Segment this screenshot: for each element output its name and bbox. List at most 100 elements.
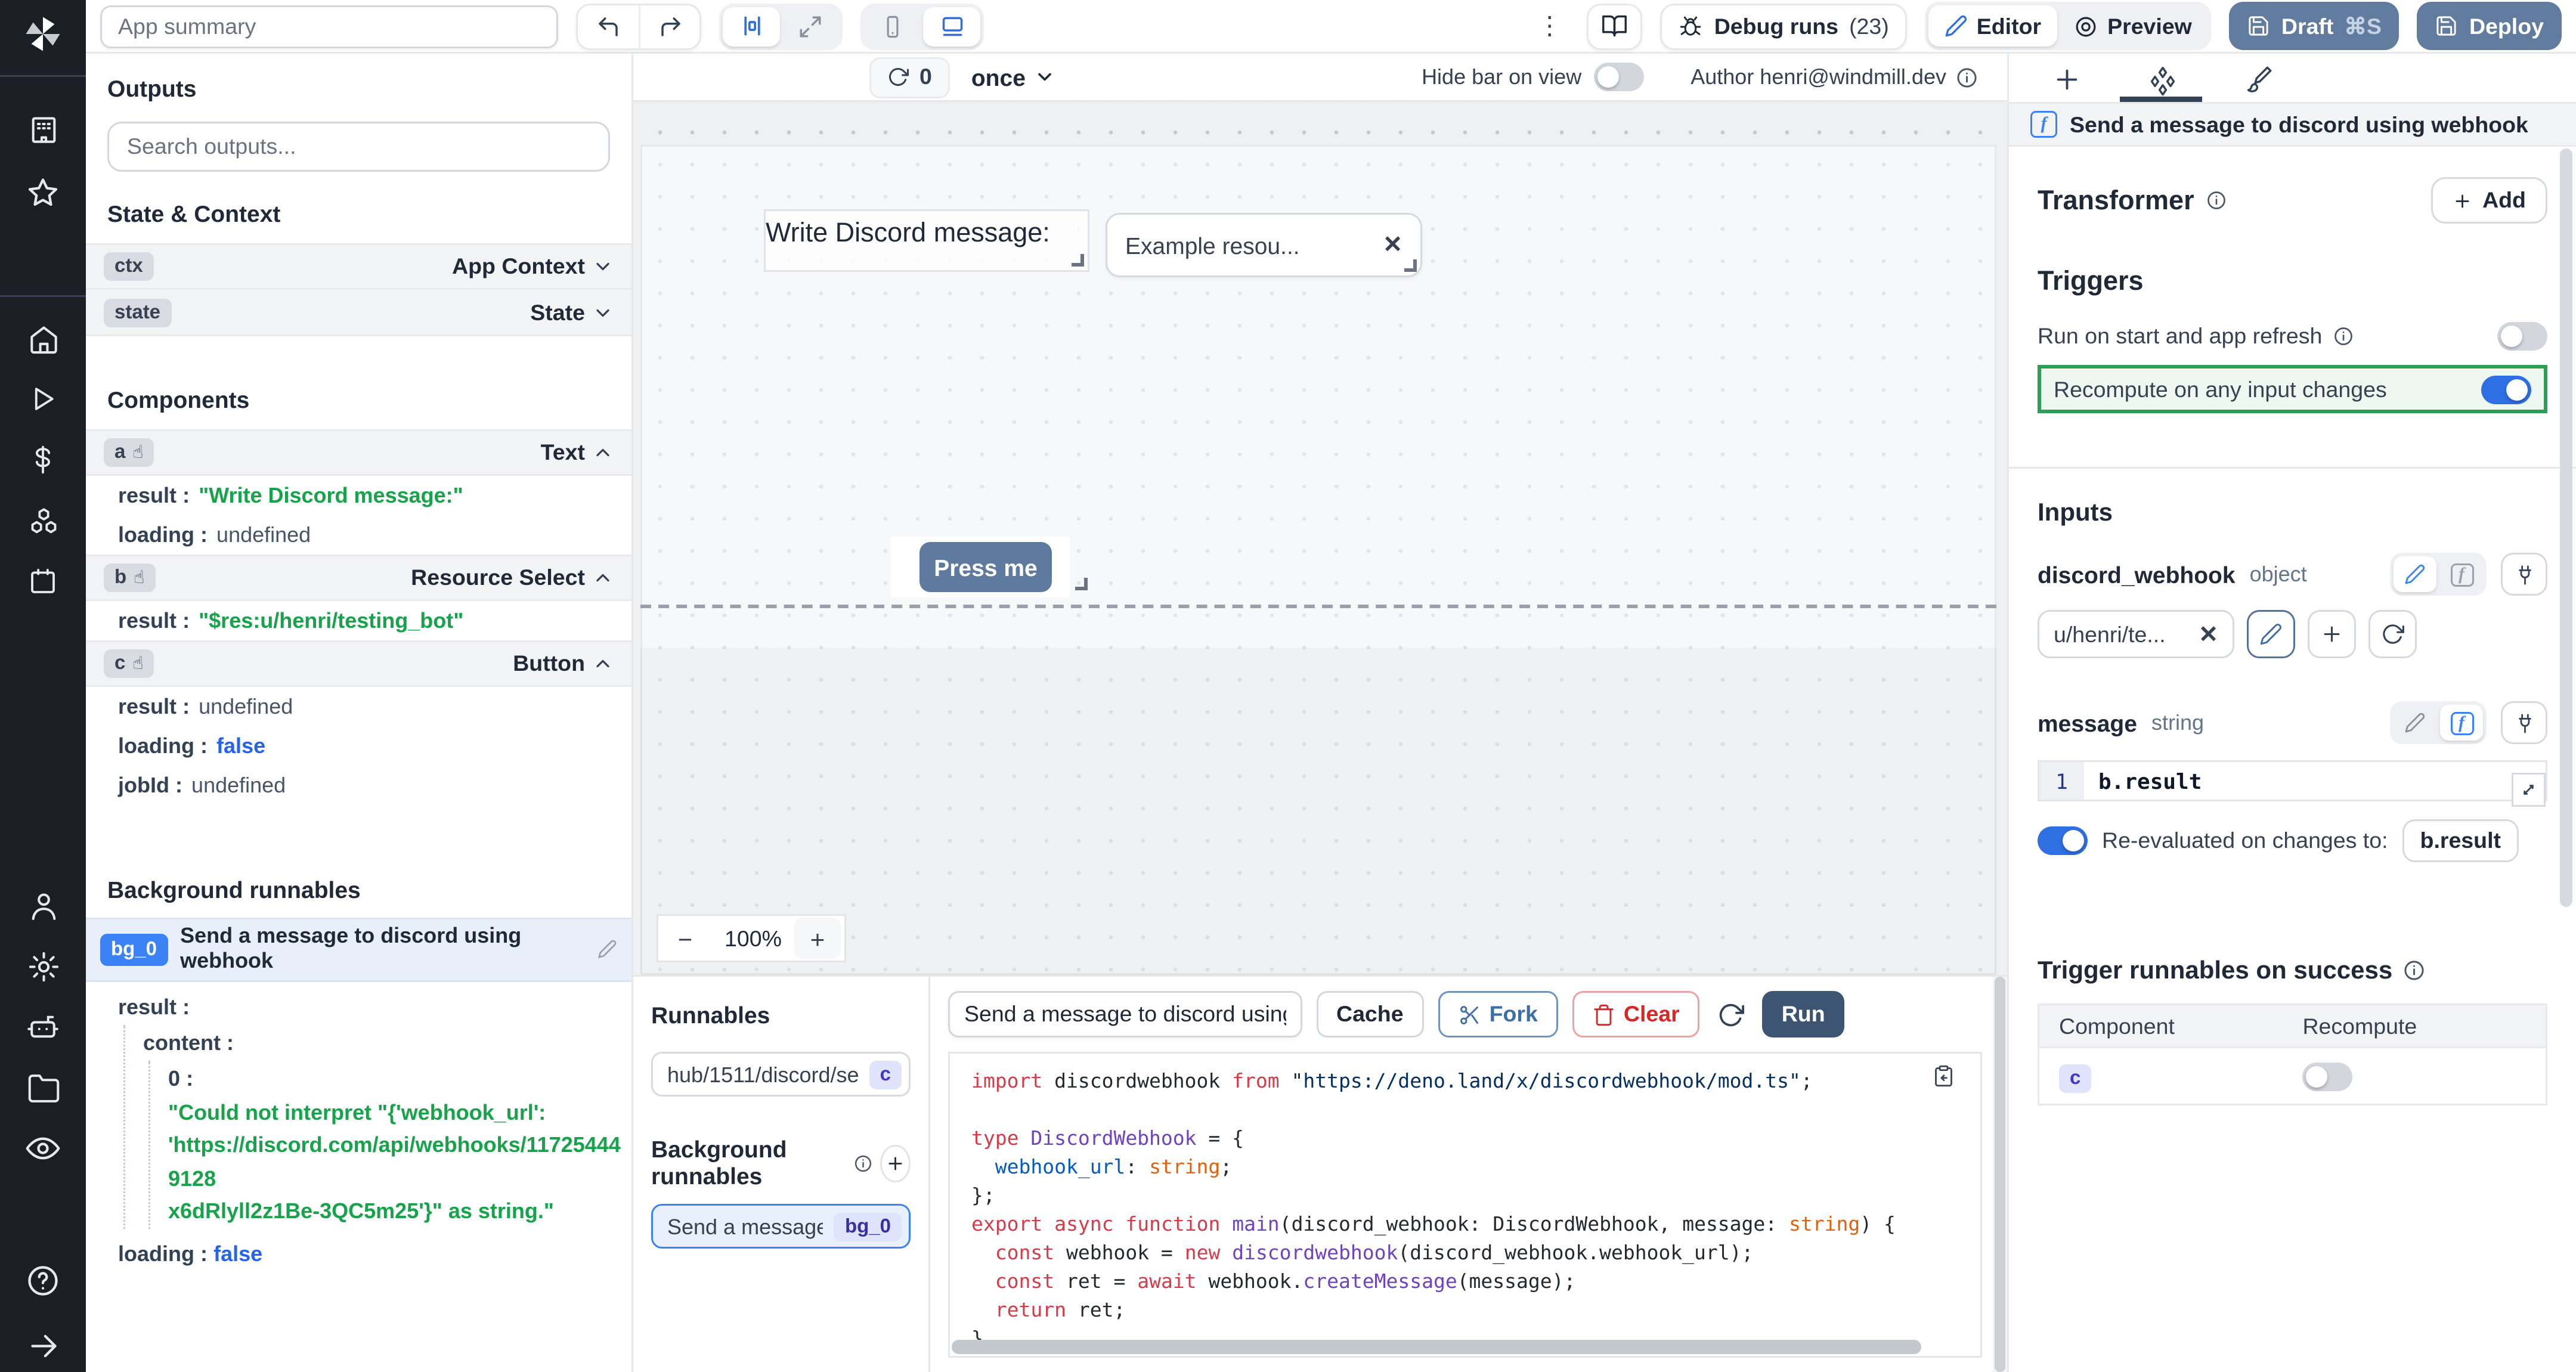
- recompute-c-toggle[interactable]: [2302, 1062, 2352, 1091]
- component-b-type: Resource Select: [411, 565, 585, 590]
- text-component[interactable]: Write Discord message:: [766, 211, 1088, 270]
- field-message-type: string: [2151, 710, 2204, 735]
- message-expression-editor[interactable]: 1 b.result: [2038, 760, 2547, 801]
- zoom-in-button[interactable]: +: [794, 918, 841, 959]
- connect-plug-button[interactable]: [2501, 701, 2547, 744]
- panel-scrollbar[interactable]: [2560, 148, 2574, 1372]
- resize-handle[interactable]: [1072, 254, 1084, 267]
- expand-editor-button[interactable]: [2512, 773, 2546, 807]
- rail-divider: [0, 75, 86, 77]
- tab-styling-brush-icon[interactable]: [2243, 64, 2274, 95]
- windmill-logo-icon[interactable]: [21, 13, 64, 55]
- vertical-scrollbar[interactable]: [1993, 977, 2007, 1372]
- runnable-item-hub[interactable]: hub/1511/discord/se... c: [651, 1052, 911, 1097]
- cache-button[interactable]: Cache: [1317, 991, 1423, 1037]
- recompute-toggle[interactable]: [2481, 375, 2531, 404]
- collapse-arrow-icon[interactable]: [21, 1327, 64, 1365]
- resize-handle[interactable]: [1404, 259, 1417, 272]
- settings-gear-icon[interactable]: [21, 948, 64, 986]
- reeval-target-chip[interactable]: b.result: [2402, 819, 2519, 862]
- connect-plug-button[interactable]: [2501, 553, 2547, 596]
- add-transformer-button[interactable]: Add: [2431, 177, 2547, 224]
- tab-editor[interactable]: Editor: [1928, 5, 2057, 47]
- clear-button[interactable]: Clear: [1572, 991, 1699, 1037]
- variables-dollar-icon[interactable]: [21, 442, 64, 479]
- favorites-star-icon[interactable]: [21, 175, 64, 213]
- more-menu-kebab-icon[interactable]: ⋮: [1530, 11, 1569, 41]
- runs-play-icon[interactable]: [21, 381, 64, 419]
- run-button[interactable]: Run: [1762, 991, 1845, 1037]
- ctx-row[interactable]: ctx App Context: [86, 243, 631, 290]
- debug-runs-button[interactable]: Debug runs (23): [1661, 3, 1907, 49]
- result-key: result: [118, 608, 190, 633]
- draft-button[interactable]: Draft ⌘S: [2230, 2, 2399, 50]
- component-c-header[interactable]: c☝ Button: [86, 640, 631, 687]
- runnables-title: Runnables: [651, 1002, 911, 1029]
- static-mode-pencil-icon[interactable]: [2394, 705, 2436, 741]
- eval-mode-function-icon[interactable]: f: [2440, 705, 2483, 741]
- trigger-success-title: Trigger runnables on success: [2038, 955, 2392, 984]
- refresh-code-button[interactable]: [1714, 1001, 1748, 1028]
- refresh-mode-dropdown[interactable]: once: [971, 64, 1056, 91]
- editor-preview-toggle: Editor Preview: [1925, 2, 2212, 50]
- copy-code-icon[interactable]: [1932, 1064, 1955, 1088]
- audit-eye-icon[interactable]: [21, 1131, 64, 1168]
- search-outputs-input[interactable]: [107, 122, 610, 172]
- code-editor[interactable]: import discordwebhook from "https://deno…: [948, 1052, 1982, 1358]
- zoom-out-button[interactable]: −: [658, 924, 712, 953]
- cache-label: Cache: [1336, 1002, 1404, 1027]
- fork-button[interactable]: Fork: [1438, 991, 1558, 1037]
- edit-pencil-icon[interactable]: [597, 940, 617, 959]
- deploy-button[interactable]: Deploy: [2417, 2, 2562, 50]
- help-icon[interactable]: [21, 1261, 64, 1299]
- docs-book-button[interactable]: [1587, 3, 1643, 49]
- clear-resource-icon[interactable]: ✕: [2199, 620, 2218, 649]
- runnable-c-badge: c: [869, 1060, 902, 1089]
- component-b-header[interactable]: b☝ Resource Select: [86, 555, 631, 601]
- clear-selection-icon[interactable]: ✕: [1383, 231, 1402, 259]
- home-icon[interactable]: [21, 320, 64, 358]
- bg-runnable-item-selected[interactable]: Send a message... bg_0: [651, 1204, 911, 1249]
- schedules-calendar-icon[interactable]: [21, 563, 64, 601]
- add-resource-button[interactable]: [2308, 610, 2356, 658]
- workers-robot-icon[interactable]: [21, 1009, 64, 1046]
- undo-button[interactable]: [578, 5, 639, 48]
- outputs-panel: Outputs State & Context ctx App Context …: [86, 54, 633, 1372]
- centered-layout-button[interactable]: [723, 7, 780, 46]
- redo-button[interactable]: [639, 5, 699, 48]
- fullscreen-layout-button[interactable]: [782, 7, 839, 46]
- state-row[interactable]: state State: [86, 290, 631, 336]
- refresh-count-button[interactable]: 0: [869, 57, 950, 98]
- resources-cubes-icon[interactable]: [21, 503, 64, 540]
- add-bg-runnable-button[interactable]: [881, 1144, 911, 1182]
- tab-preview[interactable]: Preview: [2057, 5, 2208, 47]
- bg0-row[interactable]: bg_0 Send a message to discord using web…: [86, 918, 631, 981]
- tab-insert-plus-icon[interactable]: [2052, 64, 2082, 95]
- horizontal-scrollbar[interactable]: [952, 1340, 1962, 1354]
- users-icon[interactable]: [21, 887, 64, 925]
- resize-handle[interactable]: [1075, 578, 1088, 590]
- eval-mode-function-icon[interactable]: f: [2440, 556, 2483, 592]
- reeval-toggle[interactable]: [2038, 826, 2088, 855]
- workspace-icon[interactable]: [21, 111, 64, 148]
- selected-runnable-title: Send a message to discord using webhook: [2070, 112, 2528, 137]
- run-on-start-toggle[interactable]: [2497, 322, 2547, 351]
- static-mode-pencil-icon[interactable]: [2394, 556, 2436, 592]
- desktop-view-button[interactable]: [923, 7, 980, 46]
- resource-picker[interactable]: u/henri/te... ✕: [2038, 610, 2234, 658]
- bg0-badge: bg_0: [100, 933, 168, 965]
- mobile-view-button[interactable]: [864, 7, 921, 46]
- app-summary-input[interactable]: [100, 5, 558, 48]
- settings-tabs: [2009, 54, 2576, 102]
- component-a-header[interactable]: a☝ Text: [86, 429, 631, 476]
- refresh-resource-button[interactable]: [2368, 610, 2417, 658]
- app-canvas[interactable]: Write Discord message: Example resou... …: [633, 102, 2007, 975]
- hide-bar-toggle[interactable]: [1594, 63, 1644, 91]
- tab-settings-component-icon[interactable]: [2147, 64, 2179, 97]
- components-title: Components: [107, 386, 610, 413]
- folders-icon[interactable]: [21, 1070, 64, 1107]
- resource-select-component[interactable]: Example resou... ✕: [1106, 213, 1422, 277]
- runnable-name-input[interactable]: [948, 991, 1302, 1037]
- press-me-button[interactable]: Press me: [919, 542, 1052, 592]
- edit-resource-button[interactable]: [2247, 610, 2295, 658]
